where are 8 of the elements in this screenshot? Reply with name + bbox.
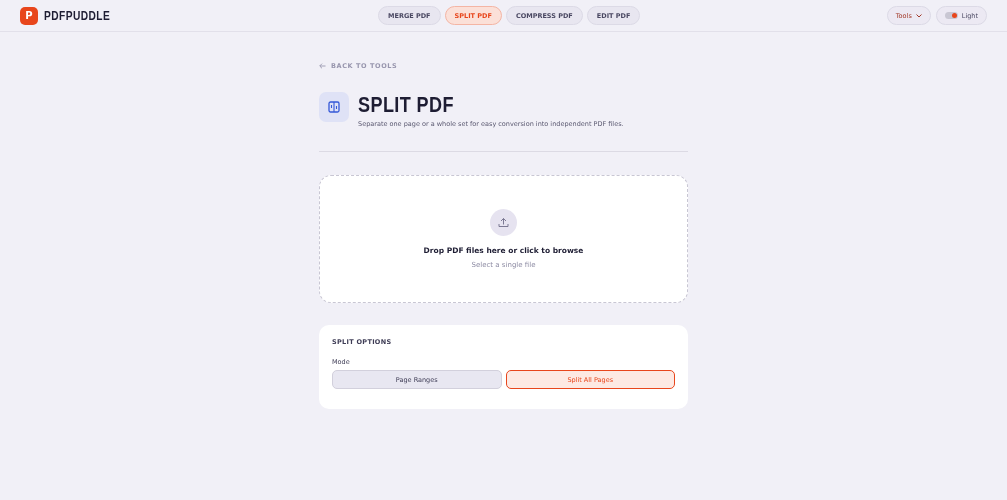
upload-icon xyxy=(490,209,517,236)
page-title: SPLIT PDF xyxy=(358,92,455,118)
toggle-switch-icon xyxy=(944,12,958,19)
brand-name: PDFPUDDLE xyxy=(44,8,111,23)
arrow-left-icon xyxy=(319,63,326,69)
logo-icon: P xyxy=(20,6,38,25)
chevron-down-icon xyxy=(915,13,922,18)
split-document-icon xyxy=(319,92,349,122)
